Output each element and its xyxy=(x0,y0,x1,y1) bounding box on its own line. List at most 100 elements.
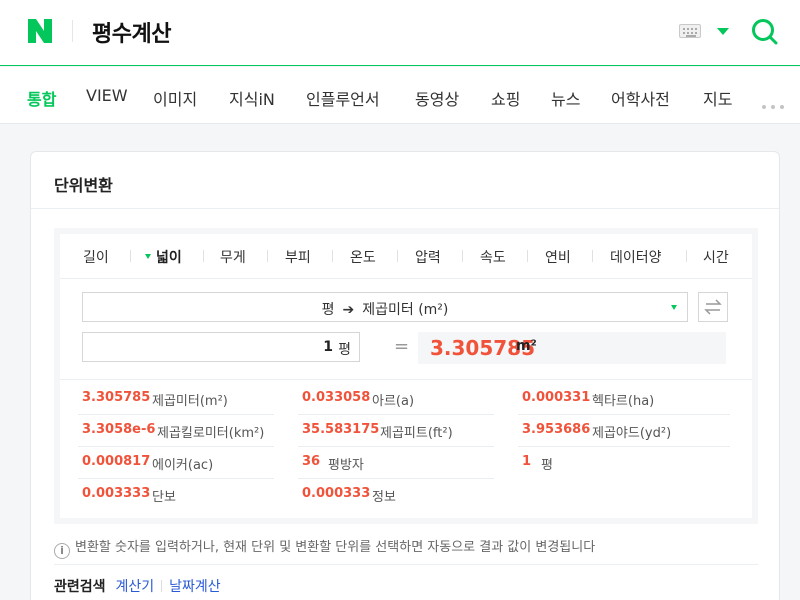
converter-box: 길이 넓이 무게 부피 온도 압력 속도 연비 데이터양 시간 평 ➔ 제곱미터 (… xyxy=(54,228,758,524)
unit-tab-temperature[interactable]: 온도 xyxy=(350,247,376,267)
list-item: 3.305785 제곱미터(m²) xyxy=(60,383,290,414)
divider xyxy=(31,208,779,209)
conversion-value: 0.033058 xyxy=(302,390,371,405)
unit-tab-time[interactable]: 시간 xyxy=(703,247,729,267)
tab-separator xyxy=(130,250,131,262)
input-value: 1 xyxy=(323,339,333,355)
tab-video[interactable]: 동영상 xyxy=(415,86,459,110)
conversion-value: 1 xyxy=(522,454,532,469)
tab-separator xyxy=(686,250,687,262)
list-item: 0.033058 아르(a) xyxy=(280,383,510,414)
search-icon[interactable] xyxy=(750,17,778,45)
keyboard-icon[interactable] xyxy=(679,24,701,38)
conversion-unit: 제곱미터(m²) xyxy=(152,394,228,409)
input-unit: 평 xyxy=(338,342,351,358)
list-item: 3.953686 제곱야드(yd²) xyxy=(500,415,730,446)
unit-tab-fuel[interactable]: 연비 xyxy=(545,247,571,267)
unit-pair-select[interactable]: 평 ➔ 제곱미터 (m²) xyxy=(82,292,688,322)
unit-tab-speed[interactable]: 속도 xyxy=(480,247,506,267)
unit-converter-card: 단위변환 길이 넓이 무게 부피 온도 압력 속도 연비 데이터양 시간 평 ➔… xyxy=(30,151,780,600)
equals-sign: = xyxy=(394,336,410,357)
tab-kin[interactable]: 지식iN xyxy=(229,86,275,110)
conversion-value: 0.000331 xyxy=(522,390,591,405)
tab-separator xyxy=(332,250,333,262)
tab-separator xyxy=(267,250,268,262)
tab-separator xyxy=(397,250,398,262)
to-unit: 제곱미터 (m²) xyxy=(362,302,449,318)
conversion-unit: 제곱피트(ft²) xyxy=(380,426,453,441)
arrow-right-icon: ➔ xyxy=(342,302,355,318)
conversion-list: 3.305785 제곱미터(m²) 0.033058 아르(a) 0.00033… xyxy=(60,381,752,518)
info-icon: i xyxy=(54,543,70,559)
conversion-value: 0.000333 xyxy=(302,486,371,501)
card-title: 단위변환 xyxy=(54,176,113,195)
conversion-unit: 제곱킬로미터(km²) xyxy=(157,426,265,441)
info-note: i 변환할 숫자를 입력하거나, 현재 단위 및 변환할 단위를 선택하면 자동으… xyxy=(54,536,595,559)
search-query[interactable]: 평수계산 xyxy=(92,16,171,48)
conversion-value: 3.953686 xyxy=(522,422,591,437)
list-item: 1 평 xyxy=(500,447,730,478)
unit-tab-area[interactable]: 넓이 xyxy=(145,247,182,267)
unit-tab-pressure[interactable]: 압력 xyxy=(415,247,441,267)
conversion-value: 36 xyxy=(302,454,321,469)
list-item: 0.000333 정보 xyxy=(280,479,510,510)
result-unit: m² xyxy=(516,338,537,354)
unit-tab-data[interactable]: 데이터양 xyxy=(610,247,662,267)
unit-tab-volume[interactable]: 부피 xyxy=(285,247,311,267)
tab-separator xyxy=(462,250,463,262)
list-item: 0.000331 헥타르(ha) xyxy=(500,383,730,414)
tab-map[interactable]: 지도 xyxy=(703,86,732,110)
selected-caret-icon xyxy=(145,254,151,259)
tab-influencer[interactable]: 인플루언서 xyxy=(306,86,380,110)
conversion-unit: 정보 xyxy=(372,490,396,505)
conversion-unit: 단보 xyxy=(152,490,176,505)
conversion-unit: 헥타르(ha) xyxy=(592,394,655,409)
conversion-unit: 평 xyxy=(541,458,553,473)
related-link-calculator[interactable]: 계산기 xyxy=(116,579,155,595)
list-item: 0.003333 단보 xyxy=(60,479,290,510)
tab-view[interactable]: VIEW xyxy=(86,86,128,105)
tab-separator xyxy=(203,250,204,262)
conversion-unit: 평방자 xyxy=(328,458,364,473)
tab-separator xyxy=(592,250,593,262)
swap-units-button[interactable] xyxy=(698,292,728,322)
divider xyxy=(60,379,752,380)
tab-image[interactable]: 이미지 xyxy=(153,86,197,110)
conversion-value: 35.583175 xyxy=(302,422,380,437)
header: 평수계산 xyxy=(0,0,800,66)
conversion-unit: 에이커(ac) xyxy=(152,458,214,473)
unit-tab-length[interactable]: 길이 xyxy=(83,247,109,267)
tab-all[interactable]: 통합 xyxy=(27,86,56,110)
link-separator xyxy=(161,580,163,592)
conversion-value: 0.000817 xyxy=(82,454,151,469)
divider xyxy=(60,278,752,279)
search-tabs: 통합 VIEW 이미지 지식iN 인플루언서 동영상 쇼핑 뉴스 어학사전 지도 xyxy=(0,67,800,124)
from-unit: 평 xyxy=(321,302,335,318)
list-item: 35.583175 제곱피트(ft²) xyxy=(280,415,510,446)
keyboard-dropdown-icon[interactable] xyxy=(717,28,729,35)
value-input[interactable]: 1 평 xyxy=(82,332,360,362)
unit-tab-weight[interactable]: 무게 xyxy=(220,247,246,267)
tab-news[interactable]: 뉴스 xyxy=(551,86,580,110)
tab-dictionary[interactable]: 어학사전 xyxy=(611,86,670,110)
dropdown-caret-icon xyxy=(671,305,677,310)
more-icon[interactable] xyxy=(762,94,789,113)
tab-separator xyxy=(527,250,528,262)
info-text: 변환할 숫자를 입력하거나, 현재 단위 및 변환할 단위를 선택하면 자동으로… xyxy=(75,540,596,555)
divider xyxy=(54,564,758,565)
tab-shopping[interactable]: 쇼핑 xyxy=(491,86,520,110)
conversion-value: 3.305785 xyxy=(82,390,151,405)
related-searches: 관련검색 계산기 날짜계산 xyxy=(54,576,221,596)
related-title: 관련검색 xyxy=(54,579,106,595)
list-item: 3.3058e-6 제곱킬로미터(km²) xyxy=(60,415,290,446)
unit-pair-label: 평 ➔ 제곱미터 (m²) xyxy=(83,299,687,319)
swap-icon xyxy=(704,299,722,315)
related-link-date-calculator[interactable]: 날짜계산 xyxy=(169,579,221,595)
list-item: 36 평방자 xyxy=(280,447,510,478)
conversion-unit: 제곱야드(yd²) xyxy=(592,426,672,441)
converter-panel: 길이 넓이 무게 부피 온도 압력 속도 연비 데이터양 시간 평 ➔ 제곱미터 (… xyxy=(60,234,752,518)
search-divider xyxy=(72,20,73,42)
conversion-value: 0.003333 xyxy=(82,486,151,501)
list-item: 0.000817 에이커(ac) xyxy=(60,447,290,478)
naver-logo[interactable] xyxy=(26,17,54,45)
